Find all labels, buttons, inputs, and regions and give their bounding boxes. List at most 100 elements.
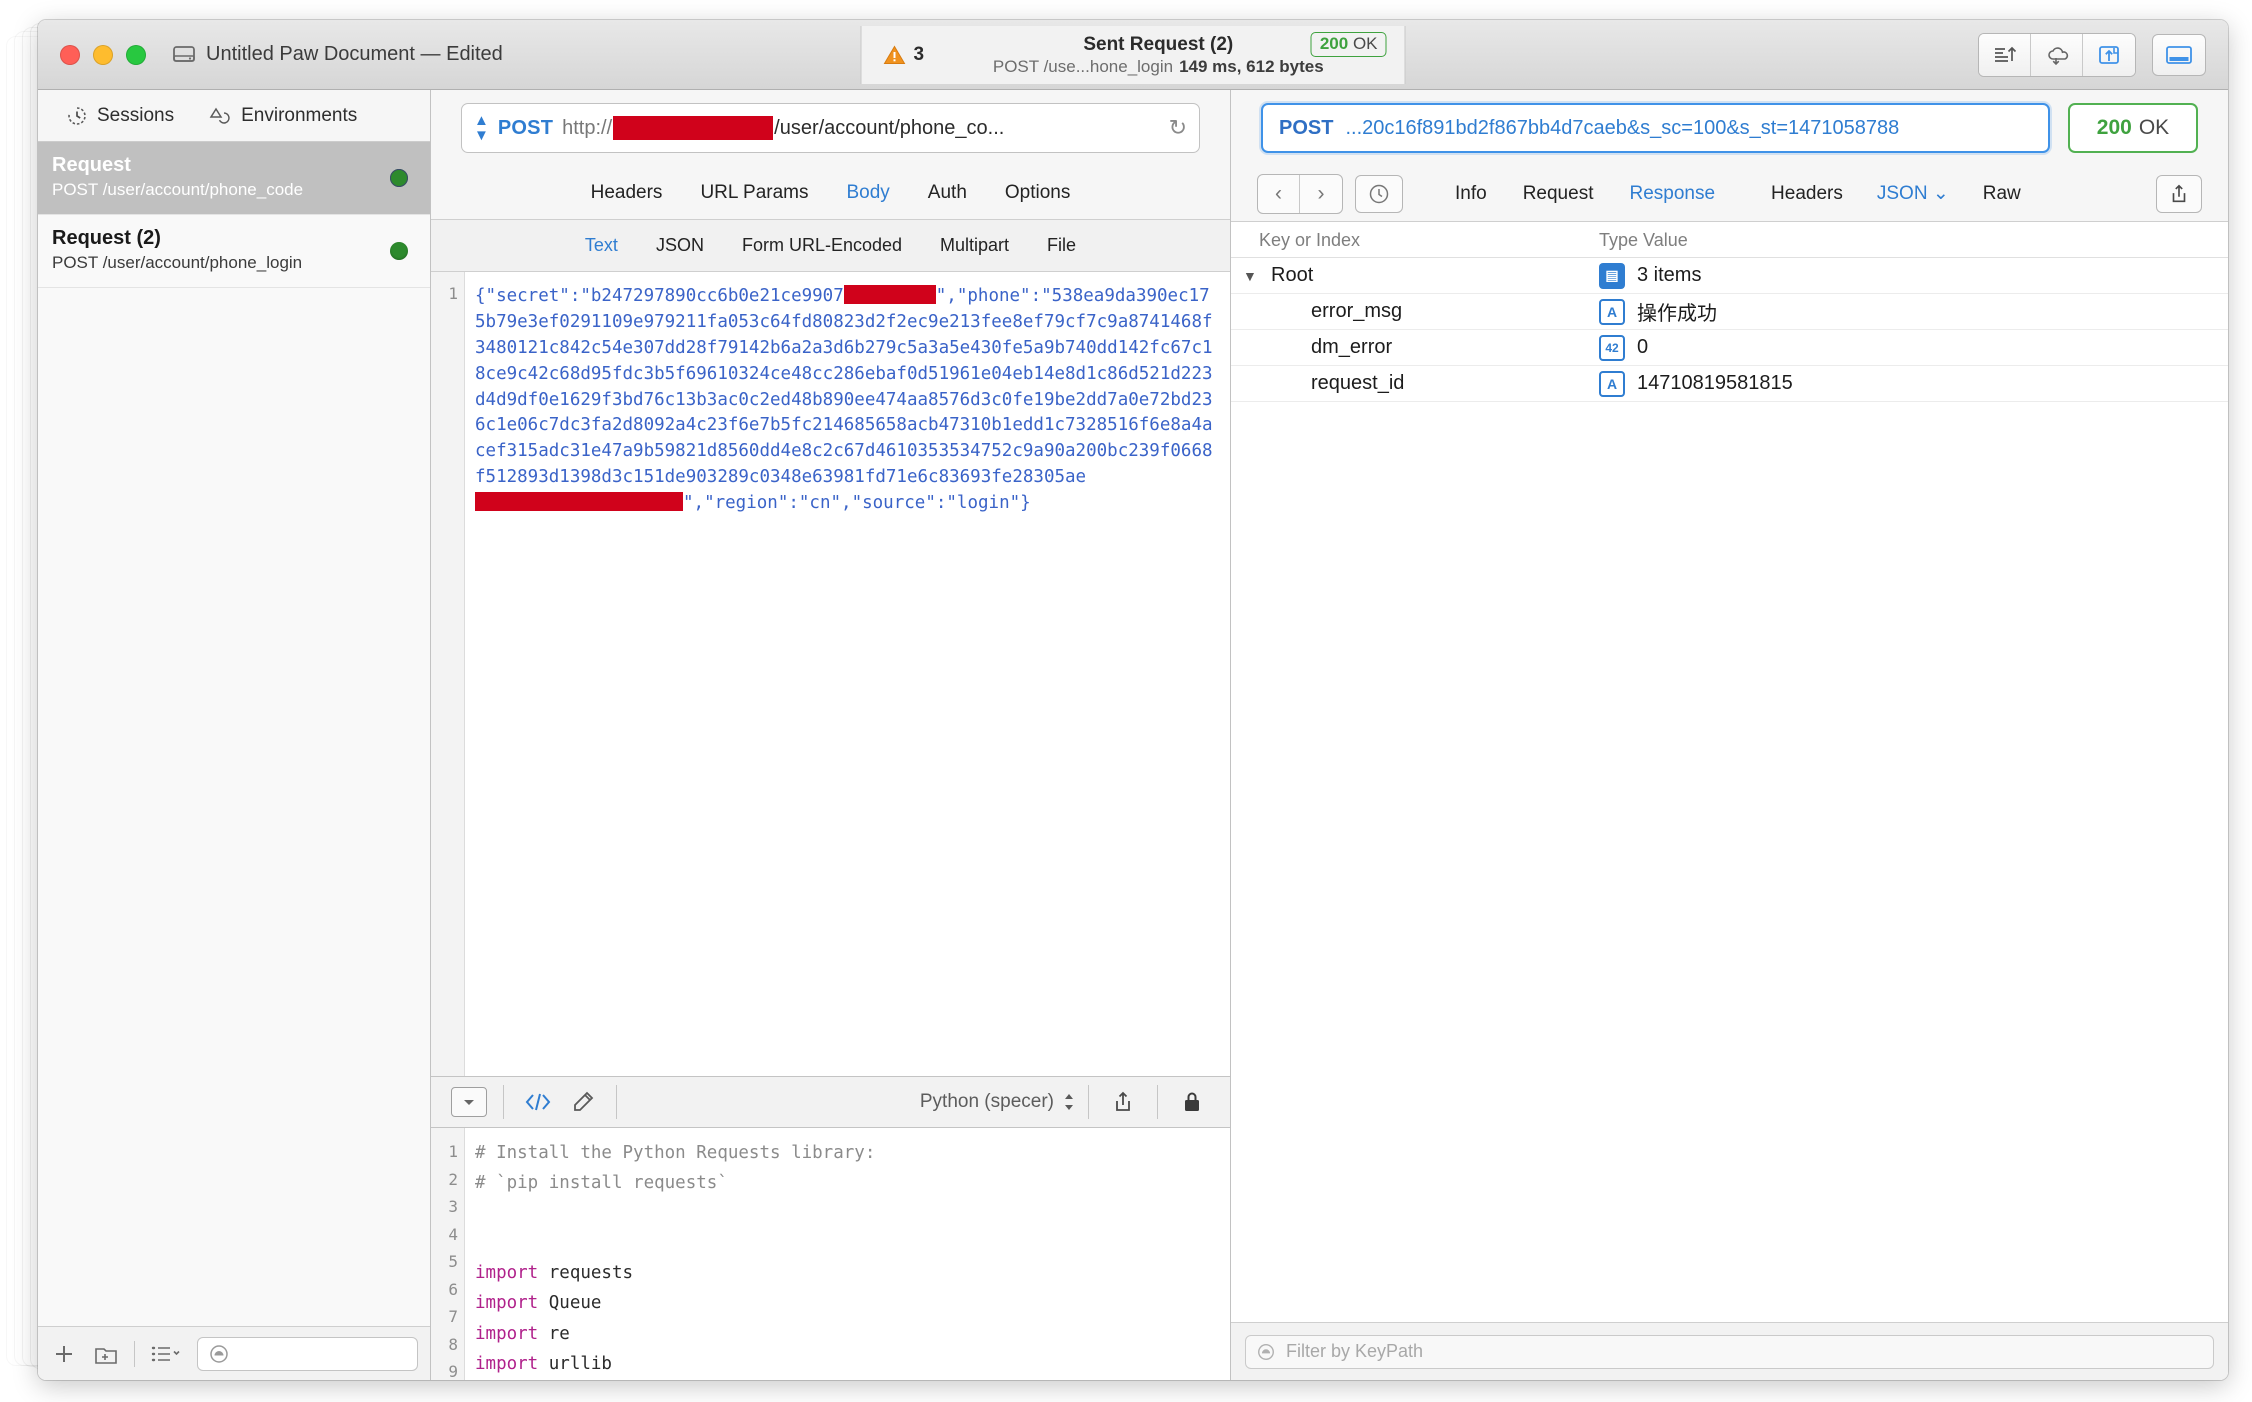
status-indicator[interactable]: 3 Sent Request (2) POST /use...hone_logi…	[860, 26, 1406, 84]
response-tab-info[interactable]: Info	[1455, 183, 1487, 205]
json-key-cell: request_id	[1231, 372, 1599, 395]
codegen-divider-3	[1088, 1085, 1089, 1119]
request-url-input[interactable]: ▲ ▼ POST http:// /user/account/phone_co...…	[461, 103, 1200, 153]
codegen-line: import Queue	[475, 1288, 1220, 1318]
sidebar-filter-input[interactable]	[197, 1336, 418, 1371]
table-row[interactable]: dm_error 42 0	[1231, 330, 2228, 366]
desktop-background: Untitled Paw Document — Edited 3 Sent Re…	[0, 0, 2252, 1402]
codegen-keyword: import	[475, 1353, 539, 1374]
codegen-language-select[interactable]: Python (specer)	[920, 1091, 1076, 1113]
reload-icon[interactable]: ↻	[1169, 115, 1187, 141]
environments-icon	[209, 107, 230, 124]
response-footer: Filter by KeyPath	[1231, 1322, 2228, 1380]
history-clock-icon	[1369, 184, 1389, 203]
status-subtitle: POST /use...hone_login	[992, 57, 1174, 77]
codegen-keyword: import	[475, 1323, 539, 1344]
sidebar-footer	[38, 1326, 430, 1380]
sidebar-tab-environments[interactable]: Environments	[208, 105, 357, 127]
json-key-cell: ▼ Root	[1231, 264, 1599, 287]
table-row[interactable]: request_id A 14710819581815	[1231, 366, 2228, 402]
codegen-lock-button[interactable]	[1170, 1085, 1214, 1119]
add-group-button[interactable]	[92, 1340, 120, 1368]
redacted-block	[843, 285, 936, 304]
request-name: Request (2)	[52, 226, 161, 249]
response-url-field[interactable]: POST ...20c16f891bd2f867bb4d7caeb&s_sc=1…	[1261, 103, 2050, 153]
json-value-cell: A 操作成功	[1599, 297, 1717, 326]
table-row[interactable]: error_msg A 操作成功	[1231, 294, 2228, 330]
body-tab-form-url-encoded[interactable]: Form URL-Encoded	[742, 235, 902, 256]
codegen-edit-button[interactable]	[560, 1085, 604, 1119]
sidebar-tab-sessions[interactable]: Sessions	[66, 105, 174, 127]
response-share-button[interactable]	[2156, 174, 2202, 213]
close-button[interactable]	[60, 44, 80, 65]
request-body-editor[interactable]: 1 {"secret":"b247297890cc6b0e21ce9907 ","…	[431, 272, 1230, 1076]
list-options-button[interactable]	[149, 1341, 183, 1367]
codegen-output[interactable]: 1234567891011 # Install the Python Reque…	[431, 1128, 1230, 1380]
column-header-type: Type	[1599, 230, 1639, 250]
body-tab-file[interactable]: File	[1047, 235, 1076, 256]
toggle-panel-button[interactable]	[2152, 33, 2206, 76]
request-list-item-2[interactable]: Request (2) POST /user/account/phone_log…	[38, 215, 430, 288]
codegen-line: import urllib2	[475, 1379, 1220, 1380]
request-list-item-1[interactable]: Request POST /user/account/phone_code	[38, 142, 430, 215]
json-key: request_id	[1311, 372, 1405, 394]
keypath-filter-input[interactable]: Filter by KeyPath	[1245, 1334, 2214, 1369]
document-title: Untitled Paw Document — Edited	[172, 43, 503, 66]
json-value: 0	[1637, 336, 1649, 358]
tab-headers[interactable]: Headers	[591, 182, 663, 204]
tab-auth[interactable]: Auth	[928, 182, 967, 204]
request-tabs: Headers URL Params Body Auth Options	[431, 166, 1230, 220]
sidebar-tab-sessions-label: Sessions	[97, 104, 175, 126]
response-status-text: OK	[2138, 116, 2170, 139]
codegen-keyword: import	[475, 1263, 539, 1284]
table-row[interactable]: ▼ Root ▤ 3 items	[1231, 258, 2228, 294]
tab-options[interactable]: Options	[1005, 182, 1070, 204]
response-tab-response[interactable]: Response	[1629, 183, 1715, 205]
minimize-button[interactable]	[93, 44, 113, 65]
response-history-button[interactable]	[1355, 174, 1403, 213]
warning-indicator[interactable]: 3	[883, 44, 924, 66]
warning-triangle-icon	[883, 45, 906, 64]
nav-forward-button[interactable]: ›	[1300, 175, 1342, 213]
request-name: Request	[52, 154, 131, 176]
codegen-collapse-button[interactable]	[447, 1085, 491, 1119]
codegen-comment: # `pip install requests`	[475, 1173, 728, 1194]
collapse-box	[451, 1087, 487, 1117]
codegen-code-button[interactable]	[516, 1085, 560, 1119]
import-button[interactable]	[2083, 33, 2135, 76]
body-tab-json[interactable]: JSON	[656, 235, 704, 256]
sort-button[interactable]	[1979, 33, 2031, 76]
response-tab-raw[interactable]: Raw	[1983, 183, 2021, 205]
request-url-text[interactable]: http:// /user/account/phone_co...	[562, 116, 1159, 140]
sidebar-tab-environments-label: Environments	[241, 104, 358, 126]
request-body-text[interactable]: {"secret":"b247297890cc6b0e21ce9907 ","ph…	[465, 272, 1230, 1076]
zoom-button[interactable]	[126, 44, 146, 65]
codegen-share-button[interactable]	[1101, 1085, 1145, 1119]
method-stepper-icon[interactable]: ▲ ▼	[474, 113, 489, 143]
disclosure-triangle-icon[interactable]: ▼	[1243, 268, 1259, 284]
codegen-language-label: Python (specer)	[919, 1091, 1054, 1112]
codegen-line: # Install the Python Requests library:	[475, 1138, 1220, 1168]
codegen-code-text[interactable]: # Install the Python Requests library: # …	[465, 1128, 1230, 1380]
response-tab-json[interactable]: JSON ⌄	[1877, 182, 1949, 205]
codegen-line-number: 3	[448, 1197, 458, 1217]
response-status-code: 200	[2096, 116, 2132, 139]
json-key-cell: error_msg	[1231, 300, 1599, 323]
cloud-sync-button[interactable]	[2031, 33, 2083, 76]
tab-url-params[interactable]: URL Params	[700, 182, 808, 204]
nav-back-button[interactable]: ‹	[1258, 174, 1300, 213]
app-window: Untitled Paw Document — Edited 3 Sent Re…	[38, 20, 2228, 1380]
json-key: dm_error	[1311, 336, 1393, 358]
body-tab-text[interactable]: Text	[585, 235, 618, 256]
body-tab-multipart[interactable]: Multipart	[940, 235, 1009, 256]
response-tab-request[interactable]: Request	[1523, 183, 1594, 205]
request-method[interactable]: POST	[498, 117, 553, 140]
tab-body[interactable]: Body	[846, 182, 889, 204]
toolbar-button-group	[1978, 32, 2136, 77]
status-code: 200	[1319, 34, 1349, 53]
response-toolbar: ‹ › Info Request Response Headers JSON ⌄…	[1231, 166, 2228, 222]
codegen-line-numbers: 1234567891011	[431, 1128, 465, 1380]
import-icon	[2099, 45, 2119, 64]
add-request-button[interactable]	[50, 1340, 78, 1368]
response-tab-headers[interactable]: Headers	[1771, 183, 1843, 205]
